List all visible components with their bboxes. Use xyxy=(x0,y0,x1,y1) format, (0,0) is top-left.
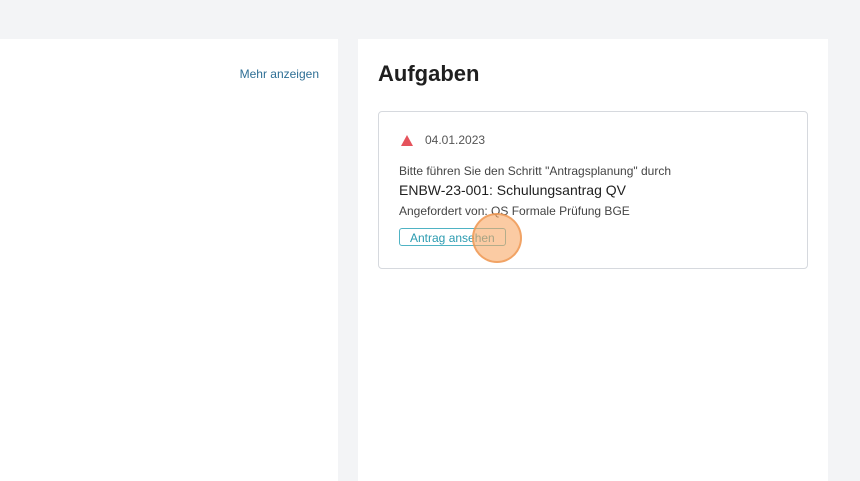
view-application-button[interactable]: Antrag ansehen xyxy=(399,228,506,246)
left-panel: Mehr anzeigen xyxy=(0,39,338,481)
more-link[interactable]: Mehr anzeigen xyxy=(240,67,319,81)
task-requested-by: Angefordert von: QS Formale Prüfung BGE xyxy=(399,204,630,218)
tasks-panel: Aufgaben 04.01.2023 Bitte führen Sie den… xyxy=(358,39,828,481)
task-card: 04.01.2023 Bitte führen Sie den Schritt … xyxy=(378,111,808,269)
tasks-title: Aufgaben xyxy=(378,61,480,86)
task-date: 04.01.2023 xyxy=(425,133,486,147)
task-date-row: 04.01.2023 xyxy=(401,133,485,147)
warning-triangle-icon xyxy=(401,134,413,146)
task-instruction: Bitte führen Sie den Schritt "Antragspla… xyxy=(399,164,672,178)
task-name: ENBW-23-001: Schulungsantrag QV xyxy=(399,182,626,198)
